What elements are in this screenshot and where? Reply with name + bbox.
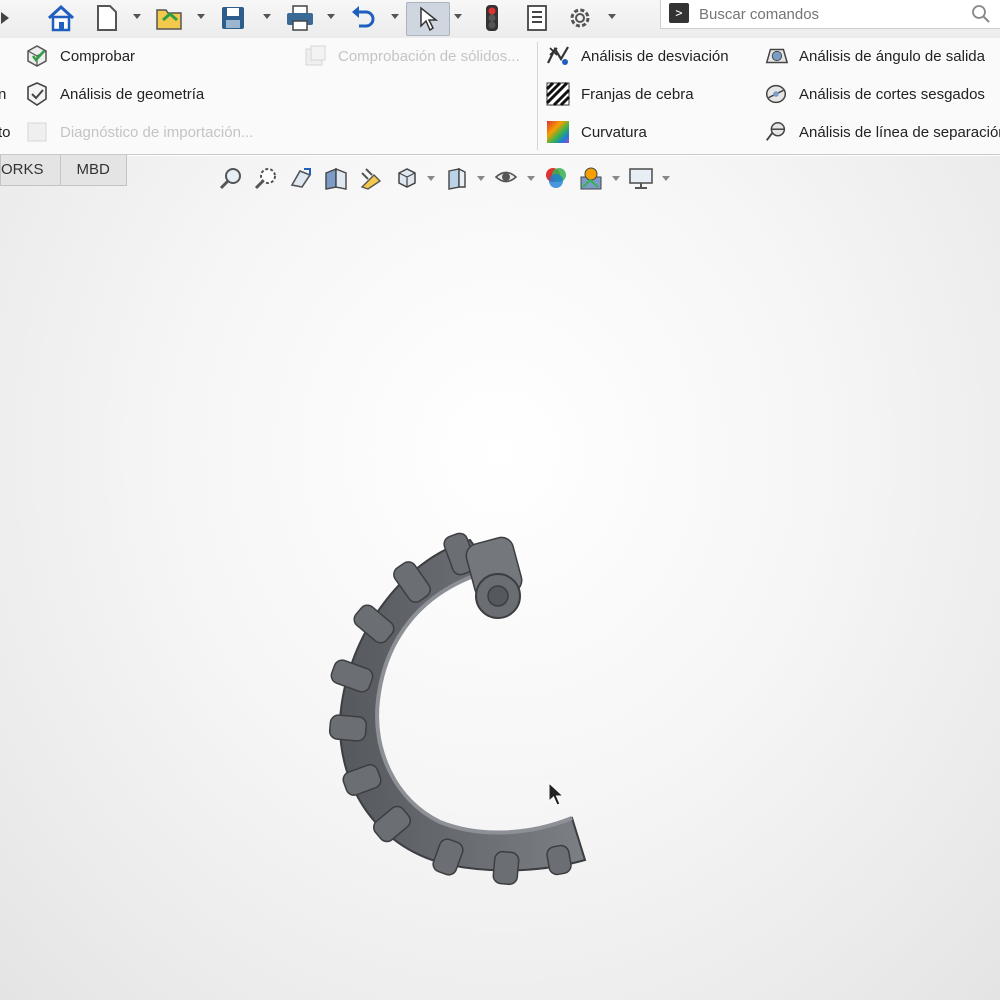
hide-show-dropdown-icon[interactable] xyxy=(526,163,536,193)
quick-access-toolbar: > xyxy=(0,0,1000,39)
undercut-analysis-icon xyxy=(763,81,789,107)
import-diagnostics-label: Diagnóstico de importación... xyxy=(60,123,254,141)
graphics-viewport[interactable] xyxy=(0,156,1000,1000)
file-properties-icon[interactable] xyxy=(522,2,552,34)
search-input[interactable] xyxy=(697,2,961,26)
ribbon-item-label: to xyxy=(0,123,11,141)
zebra-stripes-label: Franjas de cebra xyxy=(581,85,694,103)
solid-check-button[interactable]: Comprobación de sólidos... xyxy=(302,41,520,71)
check-cube-icon xyxy=(24,43,50,69)
print-icon[interactable] xyxy=(282,2,318,34)
apply-scene-dropdown-icon[interactable] xyxy=(611,163,621,193)
geometry-analysis-button[interactable]: Análisis de geometría xyxy=(24,79,204,109)
curvature-label: Curvatura xyxy=(581,123,647,141)
undercut-analysis-button[interactable]: Análisis de cortes sesgados xyxy=(763,79,985,109)
solid-check-icon xyxy=(302,43,328,69)
import-diagnostics-icon xyxy=(24,119,50,145)
c-shaped-belt-model[interactable] xyxy=(0,156,1000,1000)
open-file-icon[interactable] xyxy=(152,2,186,34)
parting-line-analysis-button[interactable]: Análisis de línea de separación xyxy=(763,117,1000,147)
mouse-cursor xyxy=(548,782,565,806)
save-dropdown-icon[interactable] xyxy=(262,12,272,22)
undo-icon[interactable] xyxy=(346,2,380,34)
draft-analysis-button[interactable]: Análisis de ángulo de salida xyxy=(763,41,985,71)
deviation-analysis-button[interactable]: Análisis de desviación xyxy=(545,41,729,71)
solid-check-label: Comprobación de sólidos... xyxy=(338,47,520,65)
view-orientation-icon[interactable] xyxy=(391,163,421,193)
ribbon-separator xyxy=(537,42,538,150)
check-label: Comprobar xyxy=(60,47,136,65)
ribbon-item-clipped-1[interactable]: n xyxy=(0,79,6,109)
ribbon-item-clipped-2[interactable]: to xyxy=(0,117,11,147)
import-diagnostics-button[interactable]: Diagnóstico de importación... xyxy=(24,117,253,147)
options-dropdown-icon[interactable] xyxy=(607,12,617,22)
print-dropdown-icon[interactable] xyxy=(326,12,336,22)
display-style-icon[interactable] xyxy=(441,163,471,193)
new-document-icon[interactable] xyxy=(92,2,122,34)
zebra-stripes-button[interactable]: Franjas de cebra xyxy=(545,79,694,109)
geometry-analysis-icon xyxy=(24,81,50,107)
apply-scene-icon[interactable] xyxy=(576,163,606,193)
command-manager-tabs: ORKS MBD xyxy=(0,155,127,187)
previous-view-icon[interactable] xyxy=(286,163,316,193)
parting-line-analysis-icon xyxy=(763,119,789,145)
save-icon[interactable] xyxy=(216,2,250,34)
gear-icon[interactable] xyxy=(564,2,596,34)
tab-mbd[interactable]: MBD xyxy=(59,155,127,186)
edit-appearance-icon[interactable] xyxy=(541,163,571,193)
heads-up-view-toolbar xyxy=(216,160,671,196)
zoom-to-area-icon[interactable] xyxy=(251,163,281,193)
parting-line-analysis-label: Análisis de línea de separación xyxy=(799,123,1000,141)
undercut-analysis-label: Análisis de cortes sesgados xyxy=(799,85,985,103)
search-commands-box[interactable]: > xyxy=(660,0,1000,29)
open-dropdown-icon[interactable] xyxy=(196,12,206,22)
select-pointer-icon[interactable] xyxy=(406,2,450,36)
draft-analysis-label: Análisis de ángulo de salida xyxy=(799,47,985,65)
home-icon[interactable] xyxy=(44,2,78,34)
evaluate-ribbon: n to Comprobar Análisis de geometría Dia… xyxy=(0,38,1000,155)
deviation-analysis-label: Análisis de desviación xyxy=(581,47,729,65)
command-prompt-icon: > xyxy=(669,3,689,23)
deviation-analysis-icon xyxy=(545,43,571,69)
ribbon-item-label: n xyxy=(0,85,7,103)
curvature-icon xyxy=(545,119,571,145)
rebuild-traffic-light-icon[interactable] xyxy=(478,2,506,34)
zoom-to-fit-icon[interactable] xyxy=(216,163,246,193)
view-settings-dropdown-icon[interactable] xyxy=(661,163,671,193)
dynamic-annotation-icon[interactable] xyxy=(356,163,386,193)
hide-show-items-icon[interactable] xyxy=(491,163,521,193)
search-icon[interactable] xyxy=(971,4,991,29)
section-view-icon[interactable] xyxy=(321,163,351,193)
geometry-analysis-label: Análisis de geometría xyxy=(60,85,205,103)
undo-dropdown-icon[interactable] xyxy=(390,12,400,22)
view-settings-monitor-icon[interactable] xyxy=(626,163,656,193)
view-orientation-dropdown-icon[interactable] xyxy=(426,163,436,193)
menu-arrow-icon[interactable] xyxy=(0,2,12,34)
zebra-stripes-icon xyxy=(545,81,571,107)
select-dropdown-icon[interactable] xyxy=(453,12,463,22)
check-button[interactable]: Comprobar xyxy=(24,41,135,71)
tab-solidworks-addins[interactable]: ORKS xyxy=(0,155,61,186)
display-style-dropdown-icon[interactable] xyxy=(476,163,486,193)
draft-analysis-icon xyxy=(763,43,789,69)
curvature-button[interactable]: Curvatura xyxy=(545,117,647,147)
new-dropdown-icon[interactable] xyxy=(132,12,142,22)
